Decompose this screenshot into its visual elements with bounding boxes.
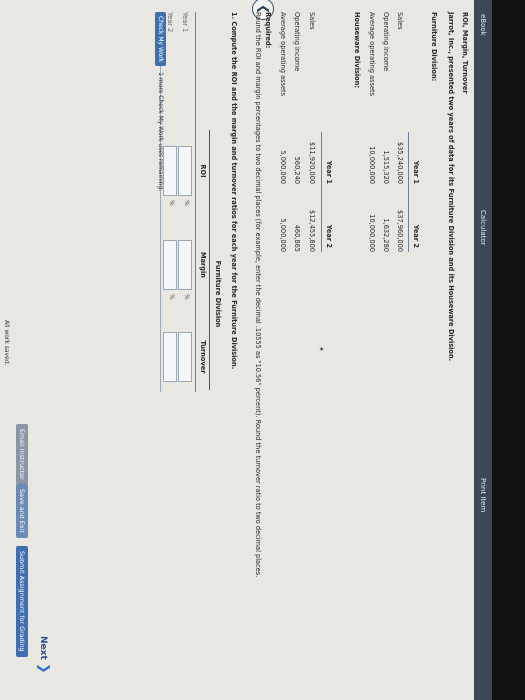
houseware-sales-y2: $12,455,800 — [308, 210, 316, 252]
answer-table-title-rule — [209, 130, 210, 390]
answer-table-title: Furniture Division — [214, 260, 222, 328]
furniture-col-year1: Year 1 — [412, 160, 420, 184]
furniture-sales-y2: $37,960,000 — [396, 210, 404, 252]
check-my-work-button[interactable]: Check My Work — [155, 12, 166, 67]
furniture-assets-y1: 10,000,000 — [368, 146, 376, 184]
problem-title: ROI, Margin, Turnover — [461, 12, 469, 94]
furniture-assets-y2: 10,000,000 — [368, 214, 376, 252]
photo-stage: eBook Calculator Print Item ❮ ROI, Margi… — [0, 0, 525, 700]
roi-year2-pct: % — [168, 200, 175, 206]
next-button[interactable]: Next ❯ — [36, 636, 51, 674]
houseware-opinc-y2: 460,865 — [293, 224, 301, 252]
answer-header-rule — [195, 12, 196, 392]
question-1: 1. Compute the ROI and the margin and tu… — [230, 12, 238, 370]
furniture-opinc-y1: 1,515,320 — [382, 150, 390, 184]
turnover-year1-input[interactable] — [178, 332, 192, 382]
next-label: Next — [38, 636, 48, 660]
ebook-link[interactable]: eBook — [479, 14, 487, 36]
margin-year1-input[interactable] — [178, 240, 192, 290]
save-and-exit-button[interactable]: Save and Exit — [16, 484, 28, 538]
roi-year1-input[interactable] — [178, 146, 192, 196]
answer-row-year1: Year 1 — [181, 12, 189, 33]
houseware-col-year1: Year 1 — [325, 160, 333, 184]
check-my-work-area: Check My Work 1 more Check My Work uses … — [155, 12, 166, 191]
houseware-opinc-y1: 560,240 — [293, 156, 301, 184]
turnover-year2-input[interactable] — [163, 332, 177, 382]
houseware-opinc-label: Operating income — [293, 12, 301, 72]
furniture-opinc-y2: 1,632,280 — [382, 218, 390, 252]
check-my-work-note: 1 more Check My Work uses remaining. — [157, 72, 164, 192]
furniture-assets-label: Average operating assets — [368, 12, 376, 97]
calculator-link[interactable]: Calculator — [479, 210, 487, 246]
email-instructor-button[interactable]: Email Instructor — [16, 424, 28, 485]
answer-row-year2: Year 2 — [166, 12, 174, 33]
houseware-header-rule — [321, 132, 322, 252]
furniture-opinc-label: Operating income — [382, 12, 390, 72]
rounding-instruction: Round the ROI and margin percentages to … — [254, 12, 262, 578]
furniture-sales-y1: $35,240,000 — [396, 142, 404, 184]
print-item-link[interactable]: Print Item — [479, 478, 487, 512]
furniture-header-rule — [408, 132, 409, 252]
houseware-sales-y1: $11,920,000 — [308, 142, 316, 184]
houseware-heading: Houseware Division: — [353, 12, 361, 89]
top-toolbar: eBook Calculator Print Item — [474, 0, 492, 700]
houseware-assets-label: Average operating assets — [279, 12, 287, 97]
mouse-cursor-icon: ✦ — [317, 346, 325, 352]
margin-year1-pct: % — [183, 294, 190, 300]
answer-col-margin: Margin — [199, 252, 207, 278]
chevron-right-icon: ❯ — [36, 662, 51, 674]
margin-year2-pct: % — [168, 294, 175, 300]
roi-year1-pct: % — [183, 200, 190, 206]
required-heading: Required: — [264, 12, 272, 49]
houseware-assets-y1: 5,000,000 — [279, 150, 287, 184]
houseware-assets-y2: 5,000,000 — [279, 218, 287, 252]
submit-assignment-button[interactable]: Submit Assignment for Grading — [16, 546, 28, 657]
margin-year2-input[interactable] — [163, 240, 177, 290]
furniture-heading: Furniture Division: — [430, 12, 438, 82]
problem-intro: Jarrot, Inc., presented two years of dat… — [447, 12, 455, 362]
answer-col-roi: ROI — [199, 164, 207, 178]
furniture-sales-label: Sales — [396, 12, 404, 30]
furniture-col-year2: Year 2 — [412, 224, 420, 248]
houseware-sales-label: Sales — [308, 12, 316, 30]
houseware-col-year2: Year 2 — [325, 224, 333, 248]
saved-status: All work saved. — [3, 320, 10, 366]
assignment-screen: eBook Calculator Print Item ❮ ROI, Margi… — [0, 0, 492, 700]
answer-col-turnover: Turnover — [199, 340, 207, 374]
